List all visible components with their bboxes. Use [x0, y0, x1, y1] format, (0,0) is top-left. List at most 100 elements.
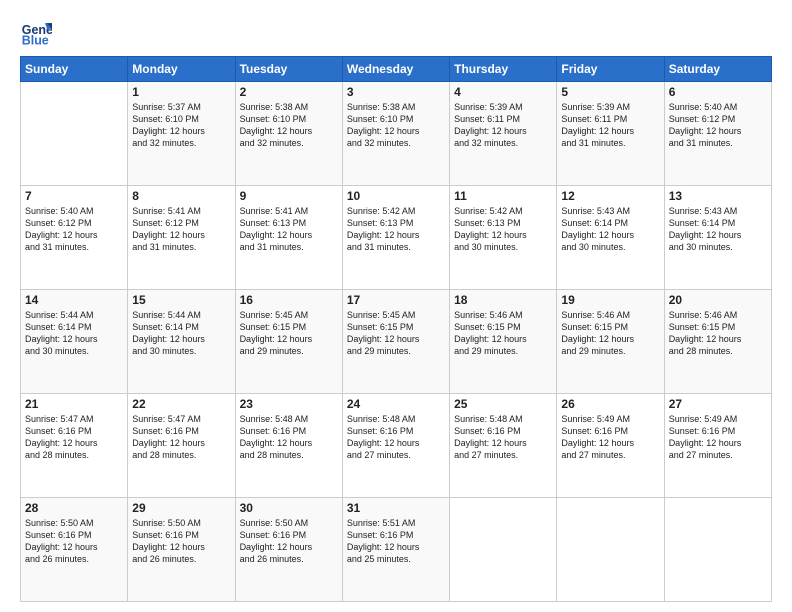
day-number: 22: [132, 397, 230, 411]
day-info: Sunrise: 5:45 AM Sunset: 6:15 PM Dayligh…: [347, 309, 445, 358]
day-number: 5: [561, 85, 659, 99]
calendar-cell: 29 Sunrise: 5:50 AM Sunset: 6:16 PM Dayli…: [128, 498, 235, 602]
calendar-cell: 3 Sunrise: 5:38 AM Sunset: 6:10 PM Daylig…: [342, 82, 449, 186]
day-number: 17: [347, 293, 445, 307]
day-info: Sunrise: 5:47 AM Sunset: 6:16 PM Dayligh…: [132, 413, 230, 462]
day-info: Sunrise: 5:37 AM Sunset: 6:10 PM Dayligh…: [132, 101, 230, 150]
calendar-cell: 1 Sunrise: 5:37 AM Sunset: 6:10 PM Daylig…: [128, 82, 235, 186]
calendar-cell: 25 Sunrise: 5:48 AM Sunset: 6:16 PM Dayli…: [450, 394, 557, 498]
calendar-cell: 23 Sunrise: 5:48 AM Sunset: 6:16 PM Dayli…: [235, 394, 342, 498]
week-row-3: 14 Sunrise: 5:44 AM Sunset: 6:14 PM Dayli…: [21, 290, 772, 394]
day-number: 21: [25, 397, 123, 411]
weekday-header-wednesday: Wednesday: [342, 57, 449, 82]
svg-text:Blue: Blue: [22, 33, 49, 47]
day-number: 6: [669, 85, 767, 99]
calendar-cell: 9 Sunrise: 5:41 AM Sunset: 6:13 PM Daylig…: [235, 186, 342, 290]
day-number: 23: [240, 397, 338, 411]
logo: General Blue: [20, 16, 52, 48]
calendar-cell: 31Sunrise: 5:51 AM Sunset: 6:16 PM Dayli…: [342, 498, 449, 602]
day-number: 2: [240, 85, 338, 99]
day-number: 10: [347, 189, 445, 203]
calendar-cell: 8Sunrise: 5:41 AM Sunset: 6:12 PM Daylig…: [128, 186, 235, 290]
header: General Blue: [20, 16, 772, 48]
calendar-cell: 12 Sunrise: 5:43 AM Sunset: 6:14 PM Dayli…: [557, 186, 664, 290]
day-number: 28: [25, 501, 123, 515]
day-info: Sunrise: 5:48 AM Sunset: 6:16 PM Dayligh…: [347, 413, 445, 462]
logo-icon: General Blue: [20, 16, 52, 48]
calendar-cell: 20 Sunrise: 5:46 AM Sunset: 6:15 PM Dayli…: [664, 290, 771, 394]
week-row-5: 28 Sunrise: 5:50 AM Sunset: 6:16 PM Dayli…: [21, 498, 772, 602]
day-number: 19: [561, 293, 659, 307]
day-number: 29: [132, 501, 230, 515]
day-number: 31: [347, 501, 445, 515]
day-number: 3: [347, 85, 445, 99]
weekday-header-tuesday: Tuesday: [235, 57, 342, 82]
day-info: Sunrise: 5:45 AM Sunset: 6:15 PM Dayligh…: [240, 309, 338, 358]
day-number: 12: [561, 189, 659, 203]
day-info: Sunrise: 5:48 AM Sunset: 6:16 PM Dayligh…: [454, 413, 552, 462]
day-info: Sunrise: 5:44 AM Sunset: 6:14 PM Dayligh…: [132, 309, 230, 358]
calendar-cell: 5 Sunrise: 5:39 AM Sunset: 6:11 PM Daylig…: [557, 82, 664, 186]
day-info: Sunrise: 5:47 AM Sunset: 6:16 PM Dayligh…: [25, 413, 123, 462]
day-number: 26: [561, 397, 659, 411]
day-number: 7: [25, 189, 123, 203]
day-info: Sunrise: 5:48 AM Sunset: 6:16 PM Dayligh…: [240, 413, 338, 462]
day-info: Sunrise: 5:40 AM Sunset: 6:12 PM Dayligh…: [25, 205, 123, 254]
day-info: Sunrise: 5:46 AM Sunset: 6:15 PM Dayligh…: [561, 309, 659, 358]
day-info: Sunrise: 5:39 AM Sunset: 6:11 PM Dayligh…: [454, 101, 552, 150]
calendar-cell: 30 Sunrise: 5:50 AM Sunset: 6:16 PM Dayli…: [235, 498, 342, 602]
day-number: 9: [240, 189, 338, 203]
weekday-header-saturday: Saturday: [664, 57, 771, 82]
day-number: 30: [240, 501, 338, 515]
day-number: 20: [669, 293, 767, 307]
day-info: Sunrise: 5:50 AM Sunset: 6:16 PM Dayligh…: [240, 517, 338, 566]
calendar-cell: 27Sunrise: 5:49 AM Sunset: 6:16 PM Dayli…: [664, 394, 771, 498]
calendar-cell: [557, 498, 664, 602]
day-info: Sunrise: 5:40 AM Sunset: 6:12 PM Dayligh…: [669, 101, 767, 150]
calendar-cell: 26 Sunrise: 5:49 AM Sunset: 6:16 PM Dayli…: [557, 394, 664, 498]
page: General Blue SundayMondayTuesdayWednesda…: [0, 0, 792, 612]
calendar-cell: 6 Sunrise: 5:40 AM Sunset: 6:12 PM Daylig…: [664, 82, 771, 186]
day-number: 25: [454, 397, 552, 411]
calendar-cell: 18 Sunrise: 5:46 AM Sunset: 6:15 PM Dayli…: [450, 290, 557, 394]
weekday-header-sunday: Sunday: [21, 57, 128, 82]
day-info: Sunrise: 5:49 AM Sunset: 6:16 PM Dayligh…: [561, 413, 659, 462]
day-info: Sunrise: 5:43 AM Sunset: 6:14 PM Dayligh…: [561, 205, 659, 254]
calendar-cell: 13 Sunrise: 5:43 AM Sunset: 6:14 PM Dayli…: [664, 186, 771, 290]
calendar-cell: 28Sunrise: 5:50 AM Sunset: 6:16 PM Dayli…: [21, 498, 128, 602]
calendar-cell: 7 Sunrise: 5:40 AM Sunset: 6:12 PM Daylig…: [21, 186, 128, 290]
day-info: Sunrise: 5:49 AM Sunset: 6:16 PM Dayligh…: [669, 413, 767, 462]
day-info: Sunrise: 5:41 AM Sunset: 6:13 PM Dayligh…: [240, 205, 338, 254]
day-number: 24: [347, 397, 445, 411]
day-info: Sunrise: 5:41 AM Sunset: 6:12 PM Dayligh…: [132, 205, 230, 254]
week-row-4: 21 Sunrise: 5:47 AM Sunset: 6:16 PM Dayli…: [21, 394, 772, 498]
day-number: 18: [454, 293, 552, 307]
calendar-cell: 16Sunrise: 5:45 AM Sunset: 6:15 PM Dayli…: [235, 290, 342, 394]
day-number: 15: [132, 293, 230, 307]
day-number: 1: [132, 85, 230, 99]
calendar-cell: 2Sunrise: 5:38 AM Sunset: 6:10 PM Daylig…: [235, 82, 342, 186]
day-info: Sunrise: 5:39 AM Sunset: 6:11 PM Dayligh…: [561, 101, 659, 150]
calendar-table: SundayMondayTuesdayWednesdayThursdayFrid…: [20, 56, 772, 602]
calendar-cell: 22 Sunrise: 5:47 AM Sunset: 6:16 PM Dayli…: [128, 394, 235, 498]
weekday-header-row: SundayMondayTuesdayWednesdayThursdayFrid…: [21, 57, 772, 82]
day-number: 13: [669, 189, 767, 203]
calendar-cell: 17 Sunrise: 5:45 AM Sunset: 6:15 PM Dayli…: [342, 290, 449, 394]
calendar-cell: [450, 498, 557, 602]
day-info: Sunrise: 5:50 AM Sunset: 6:16 PM Dayligh…: [132, 517, 230, 566]
day-info: Sunrise: 5:46 AM Sunset: 6:15 PM Dayligh…: [669, 309, 767, 358]
calendar-cell: 19 Sunrise: 5:46 AM Sunset: 6:15 PM Dayli…: [557, 290, 664, 394]
weekday-header-monday: Monday: [128, 57, 235, 82]
day-number: 11: [454, 189, 552, 203]
day-info: Sunrise: 5:43 AM Sunset: 6:14 PM Dayligh…: [669, 205, 767, 254]
week-row-2: 7 Sunrise: 5:40 AM Sunset: 6:12 PM Daylig…: [21, 186, 772, 290]
day-info: Sunrise: 5:44 AM Sunset: 6:14 PM Dayligh…: [25, 309, 123, 358]
calendar-cell: 14 Sunrise: 5:44 AM Sunset: 6:14 PM Dayli…: [21, 290, 128, 394]
calendar-cell: [664, 498, 771, 602]
day-info: Sunrise: 5:42 AM Sunset: 6:13 PM Dayligh…: [347, 205, 445, 254]
calendar-cell: [21, 82, 128, 186]
weekday-header-friday: Friday: [557, 57, 664, 82]
day-number: 14: [25, 293, 123, 307]
day-info: Sunrise: 5:38 AM Sunset: 6:10 PM Dayligh…: [347, 101, 445, 150]
day-info: Sunrise: 5:46 AM Sunset: 6:15 PM Dayligh…: [454, 309, 552, 358]
